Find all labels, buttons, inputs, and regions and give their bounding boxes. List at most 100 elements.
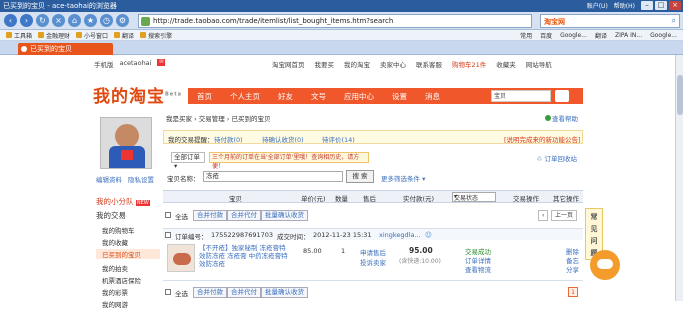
back-icon[interactable]: ‹	[4, 14, 17, 27]
item-name-input[interactable]: 冻疮	[203, 171, 343, 182]
nav-messages[interactable]: 消息	[425, 91, 440, 102]
filter-pending-payment[interactable]: 待付款(0)	[214, 134, 243, 144]
site-top-bar: 手机版 acetaohai ✉ 淘宝网首页 我要买 我的淘宝 卖家中心 联系客服…	[0, 58, 683, 69]
merge-proxy-pay-button[interactable]: 合并代付	[227, 210, 261, 221]
chat-icon[interactable]: ☺	[425, 231, 432, 239]
order-type-select[interactable]: 全部订单 ▾	[171, 152, 205, 170]
page-number[interactable]: 1	[568, 287, 578, 297]
tools-icon[interactable]: ⚙	[116, 14, 129, 27]
select-all-checkbox[interactable]	[165, 212, 171, 218]
item-total: 95.00	[409, 246, 433, 255]
batch-confirm-button[interactable]: 批量确认收货	[261, 210, 308, 221]
search-icon[interactable]: ⌕	[672, 16, 676, 26]
stop-icon[interactable]: ×	[52, 14, 65, 27]
forward-icon[interactable]: ›	[20, 14, 33, 27]
nav-profile[interactable]: 个人主页	[230, 91, 260, 102]
item-thumbnail[interactable]	[167, 244, 195, 272]
bookmark-item[interactable]: Google...	[650, 32, 677, 39]
my-taobao-logo[interactable]: 我的淘宝Beta	[93, 82, 182, 107]
sidebar-item-squad[interactable]: 我的小分队 NEW	[96, 196, 150, 207]
site-search-input[interactable]: 宝贝	[491, 90, 551, 102]
bookmarks-bar: 工具箱 金融理财 小号窗口 翻译 搜索引擎 常用 百度 Google... 翻译…	[0, 30, 683, 41]
browser-search-input[interactable]: 淘宝网 ⌕	[540, 14, 680, 28]
status-select[interactable]: 交易状态 ▾	[452, 192, 496, 202]
cart-link[interactable]: 购物车21件	[452, 59, 486, 69]
tab-bought-items[interactable]: 已买到的宝贝	[18, 43, 113, 55]
history-tip[interactable]: 三个月前的订单在当'全部订单'里哦！查询相历史，请方便！	[209, 152, 369, 170]
nav-friends[interactable]: 好友	[278, 91, 293, 102]
bookmark-item[interactable]: ZIPA IN...	[615, 32, 642, 39]
nav-articles[interactable]: 文号	[311, 91, 326, 102]
refresh-icon[interactable]: ↻	[36, 14, 49, 27]
top-link[interactable]: 我的淘宝	[344, 59, 370, 69]
folder-icon	[6, 32, 12, 38]
menu-help[interactable]: 帮助(H)	[614, 1, 635, 10]
share-link[interactable]: 分享	[566, 264, 579, 274]
seller-link[interactable]: xingkegdla...	[379, 231, 421, 239]
top-link[interactable]: 网站导航	[526, 59, 552, 69]
sidebar-item-lottery[interactable]: 我的彩票	[102, 287, 128, 297]
merge-proxy-pay-button[interactable]: 合并代付	[227, 287, 261, 298]
sidebar-item-auction[interactable]: 我的拍卖	[102, 263, 128, 273]
item-title-link[interactable]: 【不开疮】独家秘制 冻疮膏特效防冻疮 冻疮膏 中药冻疮膏特效防冻疮	[199, 244, 289, 268]
user-name[interactable]: acetaohai	[120, 59, 152, 69]
bookmark-item[interactable]: Google...	[560, 32, 587, 39]
scroll-thumb[interactable]	[677, 75, 683, 115]
bookmark-item[interactable]: 常用	[520, 31, 532, 40]
feature-notice-link[interactable]: [说明完成来的新功能公告]	[504, 134, 581, 144]
mobile-link[interactable]: 手机版	[94, 59, 114, 69]
view-logistics-link[interactable]: 查看物流	[465, 264, 491, 274]
message-icon[interactable]: ✉	[157, 59, 166, 66]
minimize-icon[interactable]: –	[641, 1, 653, 10]
top-link[interactable]: 收藏夹	[496, 59, 516, 69]
bookmark-item[interactable]: 小号窗口	[76, 31, 108, 40]
sidebar-item-bought[interactable]: 已买到的宝贝	[96, 249, 160, 259]
menu-account[interactable]: 账户(U)	[587, 1, 608, 10]
filter-pending-review[interactable]: 待评价(14)	[322, 134, 355, 144]
bookmark-item[interactable]: 工具箱	[6, 31, 32, 40]
close-icon[interactable]: ×	[669, 1, 681, 10]
bookmark-item[interactable]: 金融理财	[38, 31, 70, 40]
complain-seller-link[interactable]: 投诉卖家	[360, 257, 386, 267]
merge-pay-button[interactable]: 合并付款	[193, 287, 227, 298]
order-recycle-link[interactable]: ♲ 订单回收站	[537, 153, 577, 163]
site-search-button[interactable]	[555, 90, 569, 102]
order-checkbox[interactable]	[165, 232, 171, 238]
bookmark-item[interactable]: 翻译	[595, 31, 607, 40]
top-link[interactable]: 淘宝网首页	[272, 59, 305, 69]
bookmark-item[interactable]: 搜索引擎	[140, 31, 172, 40]
sidebar-item-favorites[interactable]: 我的收藏	[102, 237, 128, 247]
page-scrollbar[interactable]	[675, 55, 683, 301]
sidebar-item-cart[interactable]: 我的购物车	[102, 225, 135, 235]
apply-aftersale-link[interactable]: 申请售后	[360, 247, 386, 257]
top-link[interactable]: 联系客服	[416, 59, 442, 69]
history-icon[interactable]: ◷	[100, 14, 113, 27]
bookmark-item[interactable]: 翻译	[114, 31, 134, 40]
edit-profile-link[interactable]: 编辑资料	[96, 174, 122, 184]
avatar[interactable]	[100, 117, 152, 169]
address-bar[interactable]: http://trade.taobao.com/trade/itemlist/l…	[138, 14, 532, 28]
privacy-link[interactable]: 隐私设置	[128, 174, 154, 184]
favorites-icon[interactable]: ★	[84, 14, 97, 27]
filter-pending-receipt[interactable]: 待确认收货(0)	[262, 134, 304, 144]
bookmark-item[interactable]: 百度	[540, 31, 552, 40]
search-button[interactable]: 搜 索	[346, 170, 374, 183]
prev-page-arrow[interactable]: ‹	[538, 210, 549, 221]
top-link[interactable]: 我要买	[315, 59, 335, 69]
top-link[interactable]: 卖家中心	[380, 59, 406, 69]
help-link[interactable]: 查看帮助	[545, 113, 578, 123]
prev-page-button[interactable]: 上一页	[551, 210, 578, 221]
select-all-checkbox[interactable]	[165, 289, 171, 295]
sidebar-item-trade[interactable]: 我的交易	[96, 210, 126, 221]
order-number: 175522987691703	[211, 231, 274, 239]
mascot-icon[interactable]	[590, 250, 620, 280]
nav-settings[interactable]: 设置	[392, 91, 407, 102]
merge-pay-button[interactable]: 合并付款	[193, 210, 227, 221]
more-filters-link[interactable]: 更多筛选条件 ▾	[381, 173, 425, 183]
sidebar-item-travel[interactable]: 机票酒店保险	[102, 275, 141, 285]
batch-confirm-button[interactable]: 批量确认收货	[261, 287, 308, 298]
home-icon[interactable]: ⌂	[68, 14, 81, 27]
maximize-icon[interactable]: □	[655, 1, 667, 10]
nav-home[interactable]: 首页	[197, 91, 212, 102]
nav-apps[interactable]: 应用中心	[344, 91, 374, 102]
